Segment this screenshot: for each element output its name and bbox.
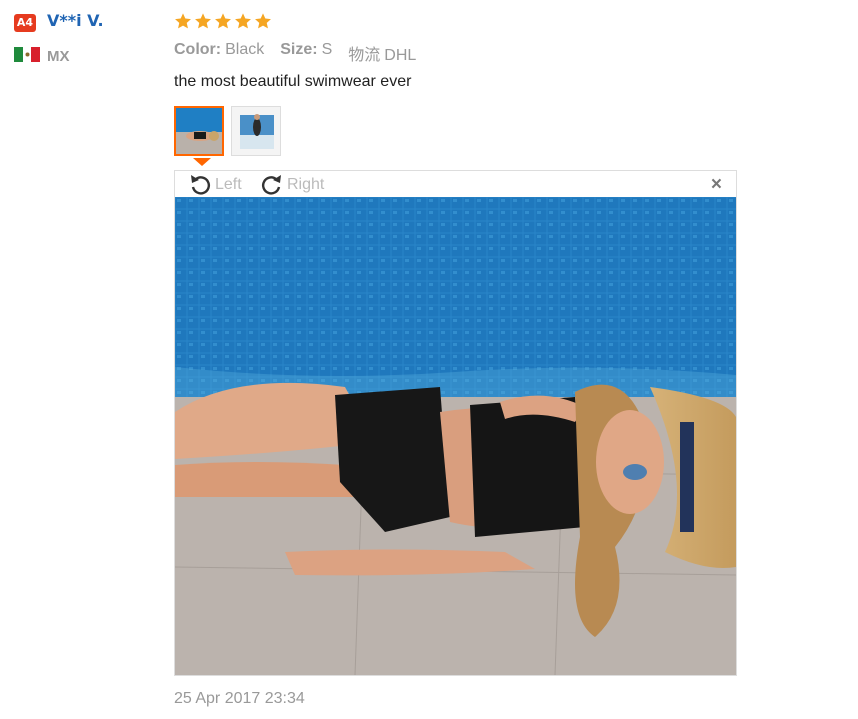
order-attributes: Color: Black Size: S 物流 DHL — [174, 41, 416, 65]
thumbnail-image — [232, 107, 280, 155]
review-photo-thumbnails — [174, 106, 281, 156]
close-viewer-button[interactable]: × — [711, 174, 722, 196]
rating-stars — [174, 12, 272, 30]
member-level-badge: A4 — [14, 14, 36, 32]
reviewer-name: V**i V. — [47, 11, 104, 30]
rotate-left-icon — [191, 175, 211, 195]
star-icon — [235, 13, 251, 29]
star-icon — [175, 13, 191, 29]
star-icon — [215, 13, 231, 29]
viewer-toolbar: Left Right × — [175, 171, 736, 197]
rotate-right-button[interactable]: Right — [259, 173, 324, 197]
active-thumbnail-pointer — [193, 158, 211, 166]
rotate-right-icon — [261, 175, 281, 195]
rotate-right-label: Right — [287, 176, 325, 193]
thumbnail-image — [176, 108, 222, 154]
photo-viewer: Left Right × — [174, 170, 737, 676]
attribute-color: Color: Black — [174, 41, 265, 58]
rotate-left-button[interactable]: Left — [187, 173, 242, 197]
review-comment: the most beautiful swimwear ever — [174, 73, 412, 90]
attribute-shipping: 物流 DHL — [348, 47, 417, 64]
attribute-size: Size: S — [280, 41, 333, 58]
photo-thumbnail-1[interactable] — [174, 106, 224, 156]
star-icon — [195, 13, 211, 29]
mexico-flag-icon — [14, 47, 41, 62]
review-date: 25 Apr 2017 23:34 — [174, 690, 305, 707]
photo-thumbnail-2[interactable] — [231, 106, 281, 156]
review-photo — [175, 197, 736, 675]
rotate-left-label: Left — [215, 176, 242, 193]
star-icon — [255, 13, 271, 29]
reviewer-country: MX — [47, 48, 70, 65]
